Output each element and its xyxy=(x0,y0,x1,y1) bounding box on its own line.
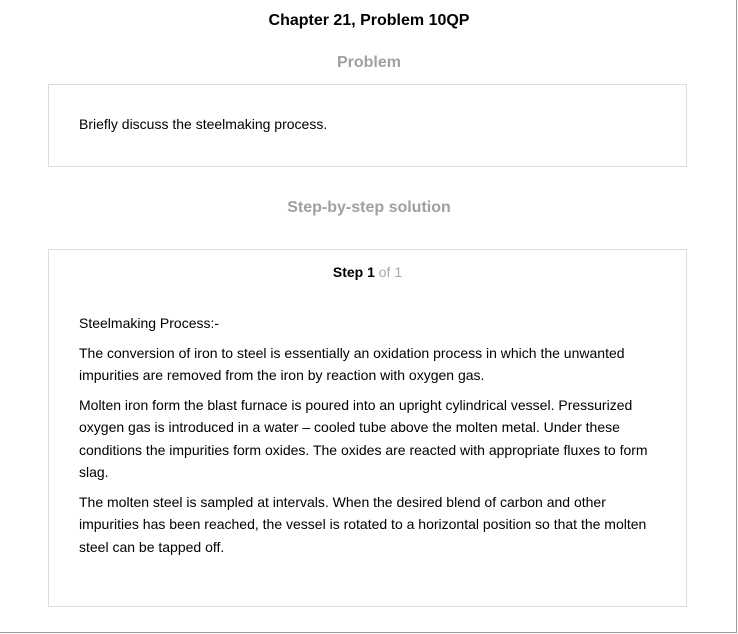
step-label: Step 1 xyxy=(332,264,375,280)
step-paragraph: The conversion of iron to steel is essen… xyxy=(79,344,625,384)
problem-box: Briefly discuss the steelmaking process. xyxy=(48,84,687,167)
solution-section-title: Step-by-step solution xyxy=(287,199,451,216)
step-paragraph: The molten steel is sampled at intervals… xyxy=(79,493,647,555)
problem-section-title: Problem xyxy=(336,54,401,71)
solution-box: Step 1 of 1 Steelmaking Process:- The co… xyxy=(48,249,687,607)
chapter-title: Chapter 21, Problem 10QP xyxy=(268,12,470,29)
step-total: of 1 xyxy=(378,264,403,280)
step-paragraph: Molten iron form the blast furnace is po… xyxy=(79,396,648,481)
problem-text: Briefly discuss the steelmaking process. xyxy=(79,116,328,132)
step-header: Step 1 of 1 xyxy=(49,263,686,281)
step-body: Steelmaking Process:- The conversion of … xyxy=(79,312,664,565)
step-paragraph-heading: Steelmaking Process:- xyxy=(79,315,220,331)
